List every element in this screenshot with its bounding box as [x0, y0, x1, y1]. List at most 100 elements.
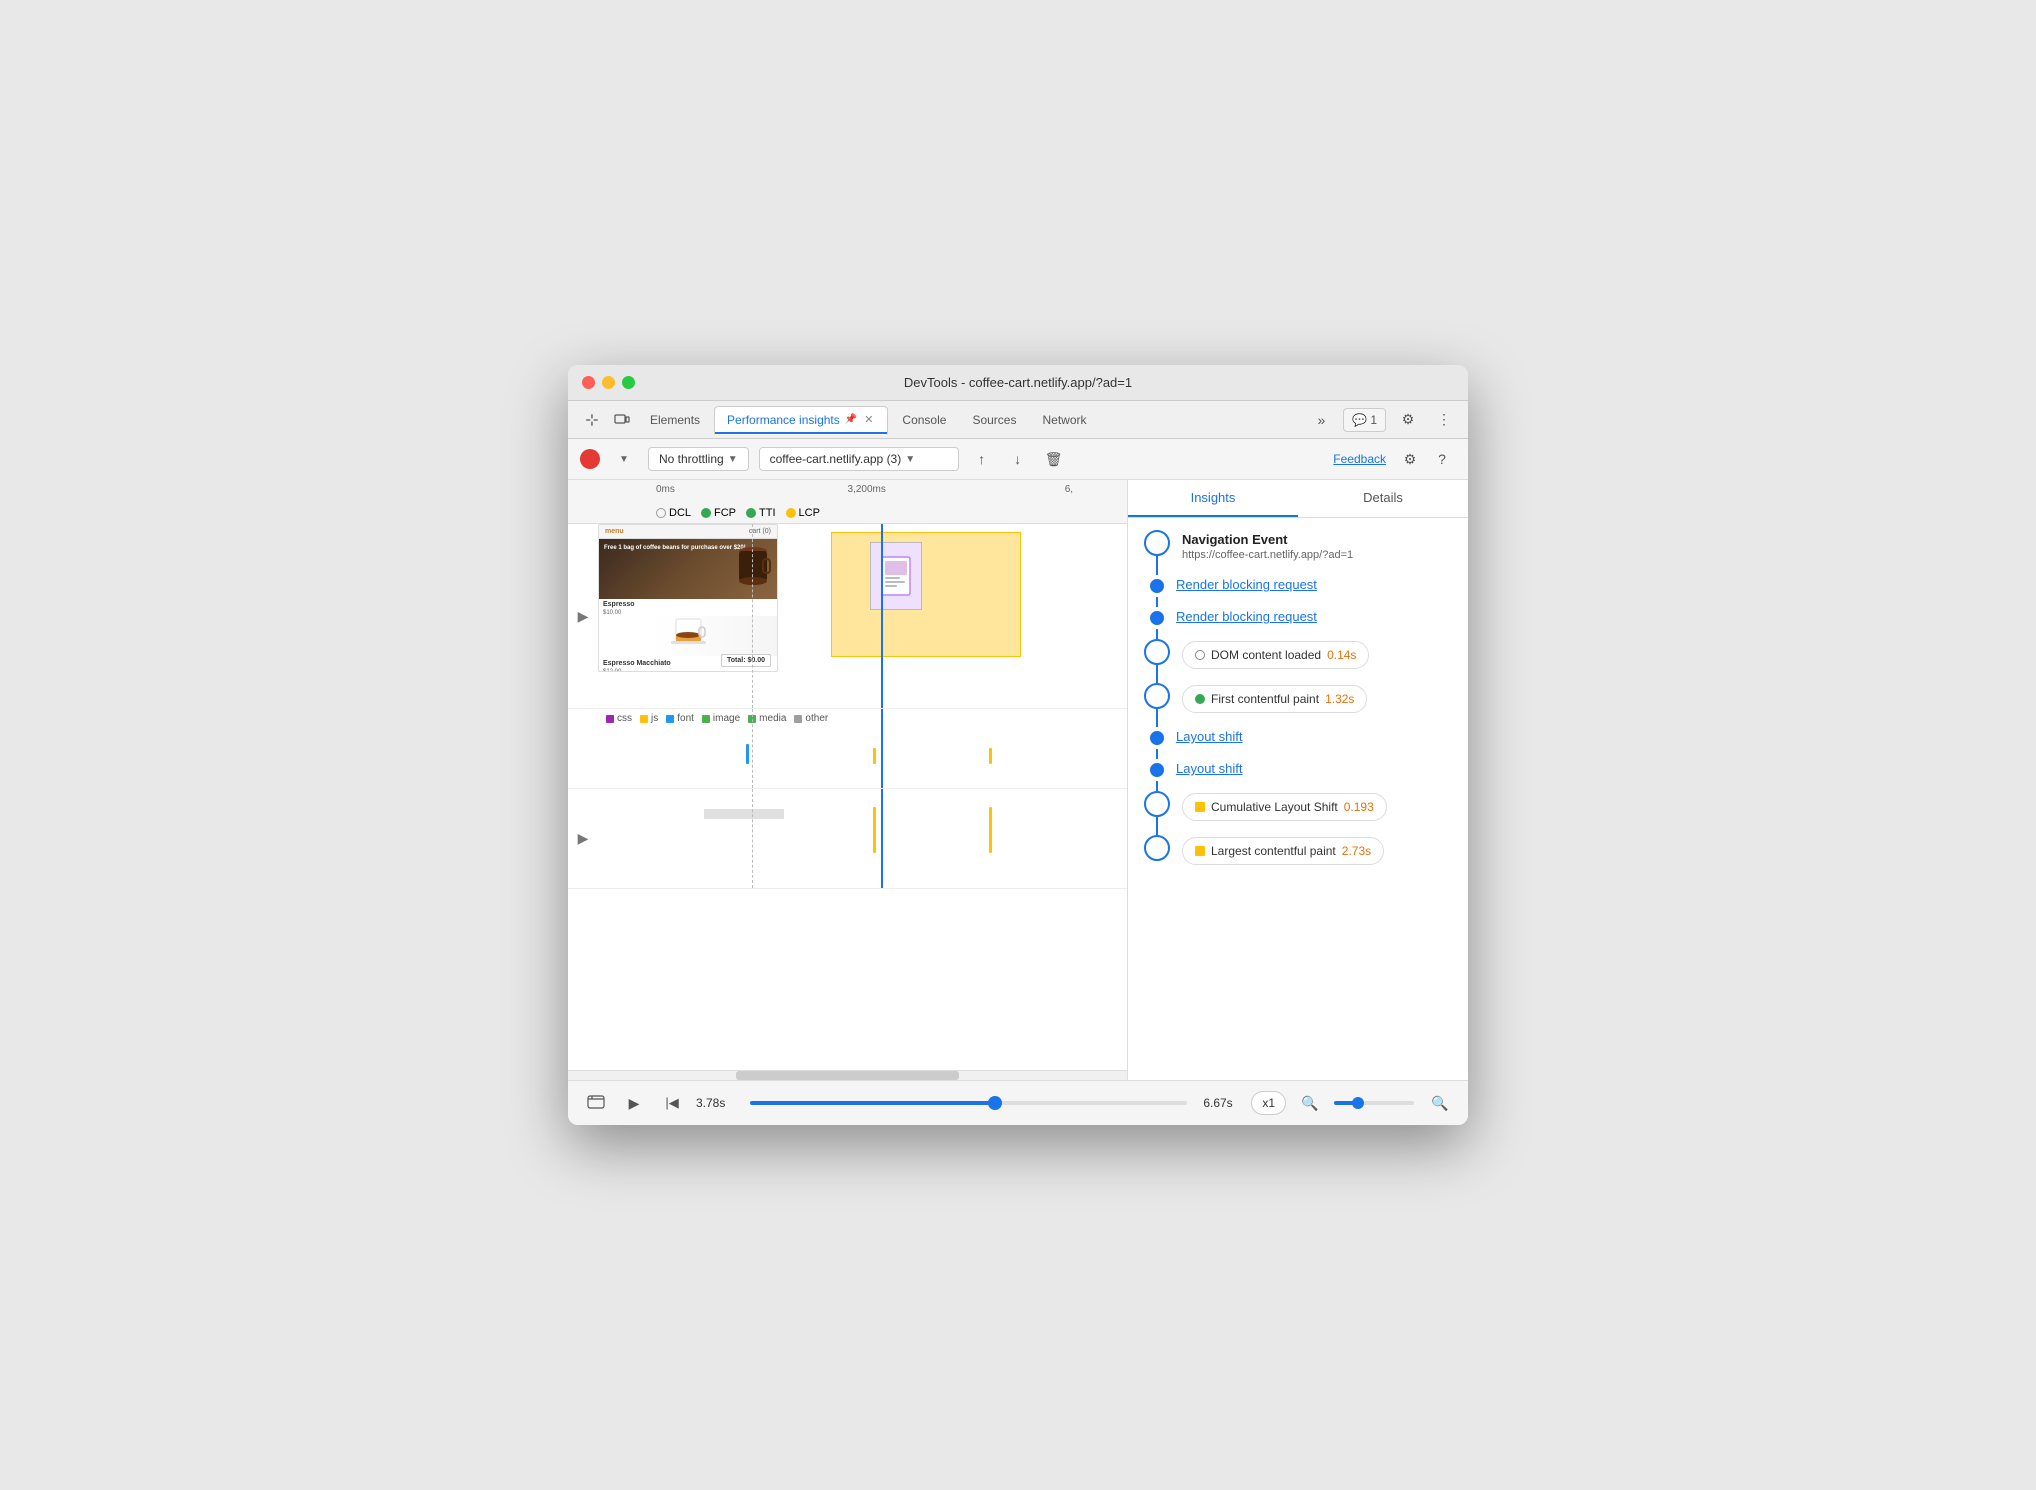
legend-tti: TTI — [746, 507, 776, 519]
lcp-dot-icon — [786, 508, 796, 518]
nav-subtitle: https://coffee-cart.netlify.app/?ad=1 — [1182, 549, 1452, 561]
legend-lcp: LCP — [786, 507, 820, 519]
nav-dot-icon — [1144, 530, 1170, 556]
network-track: css js font — [598, 709, 1127, 788]
dcl-value: 0.14s — [1327, 648, 1356, 662]
tab-insights[interactable]: Insights — [1128, 480, 1298, 517]
insights-panel: Insights Details Navigation Event https:… — [1128, 480, 1468, 1080]
insight-fcp: First contentful paint 1.32s — [1144, 683, 1452, 713]
grid-line-1 — [752, 524, 753, 708]
timeline-ruler: 0ms 3,200ms 6, — [576, 484, 1119, 504]
insight-render-blocking-2: Render blocking request — [1144, 607, 1452, 625]
insight-lcp: Largest contentful paint 2.73s — [1144, 835, 1452, 865]
product2-price: $12.00 — [599, 669, 777, 672]
close-button[interactable] — [582, 376, 595, 389]
other-color-icon — [794, 715, 802, 723]
toolbar: ▼ No throttling ▼ coffee-cart.netlify.ap… — [568, 439, 1468, 480]
insight-layout-shift-1: Layout shift — [1144, 727, 1452, 745]
chat-badge-button[interactable]: 💬 1 — [1343, 408, 1386, 432]
ruler-mid: 3,200ms — [848, 484, 886, 495]
zoom-slider[interactable] — [1334, 1101, 1414, 1105]
feedback-link[interactable]: Feedback — [1333, 452, 1386, 466]
render-blocking-link-1[interactable]: Render blocking request — [1176, 577, 1317, 592]
fcp-label: First contentful paint — [1211, 692, 1319, 706]
help-icon[interactable]: ? — [1428, 445, 1456, 473]
timeline-body: ▶ menu cart (0) Free 1 bag of coffee bea… — [568, 524, 1127, 1070]
tab-network[interactable]: Network — [1030, 407, 1098, 433]
record-button[interactable] — [580, 449, 600, 469]
url-dropdown[interactable]: coffee-cart.netlify.app (3) ▼ — [759, 447, 959, 471]
throttling-arrow-icon: ▼ — [728, 454, 738, 465]
font-bar — [746, 744, 749, 764]
cursor-tool-icon[interactable]: ⊹ — [578, 406, 606, 434]
bottom-bar: ▶ |◀ 3.78s 6.67s x1 🔍 🔍 — [568, 1080, 1468, 1125]
delete-icon[interactable]: 🗑 — [1041, 446, 1067, 472]
url-arrow-icon: ▼ — [905, 454, 915, 465]
legend-other: other — [794, 713, 828, 724]
speed-button[interactable]: x1 — [1251, 1091, 1286, 1115]
fcp-dot-icon — [701, 508, 711, 518]
expand-arrow-3[interactable]: ▶ — [568, 789, 598, 888]
more-options-icon[interactable]: ⋮ — [1430, 406, 1458, 434]
record-dropdown-arrow[interactable]: ▼ — [610, 445, 638, 473]
maximize-button[interactable] — [622, 376, 635, 389]
legend-fcp: FCP — [701, 507, 736, 519]
cls-square-icon — [1195, 802, 1205, 812]
timeline-scrollbar[interactable] — [568, 1070, 1127, 1080]
upload-icon[interactable]: ↑ — [969, 446, 995, 472]
tab-sources[interactable]: Sources — [960, 407, 1028, 433]
third-track — [598, 789, 1127, 888]
tab-performance-insights[interactable]: Performance insights 📌 ✕ — [714, 406, 888, 435]
insight-navigation-event: Navigation Event https://coffee-cart.net… — [1144, 530, 1452, 561]
website-preview: menu cart (0) Free 1 bag of coffee beans… — [598, 524, 778, 672]
devtools-window: DevTools - coffee-cart.netlify.app/?ad=1… — [568, 365, 1468, 1125]
website-nav: menu cart (0) — [599, 525, 777, 539]
dcl-circle-icon — [656, 508, 666, 518]
playback-thumb[interactable] — [988, 1096, 1002, 1110]
network-legend: css js font — [598, 709, 1127, 728]
js-bar-2 — [989, 748, 992, 764]
scrollbar-thumb[interactable] — [736, 1071, 960, 1080]
toolbar-right-icons: ⚙ ? — [1396, 445, 1456, 473]
legend-js: js — [640, 713, 658, 724]
rb1-dot-icon — [1150, 579, 1164, 593]
zoom-in-icon[interactable]: 🔍 — [1426, 1089, 1454, 1117]
thumbnail-screenshot — [870, 542, 922, 610]
network-cursor — [881, 709, 883, 788]
layout-shift-link-2[interactable]: Layout shift — [1176, 761, 1243, 776]
expand-arrow-left[interactable]: ▶ — [568, 524, 598, 708]
play-button[interactable]: ▶ — [620, 1089, 648, 1117]
zoom-thumb[interactable] — [1352, 1097, 1364, 1109]
screenshot-row: ▶ menu cart (0) Free 1 bag of coffee bea… — [568, 524, 1127, 709]
download-icon[interactable]: ↓ — [1005, 446, 1031, 472]
throttling-dropdown[interactable]: No throttling ▼ — [648, 447, 749, 471]
settings-icon[interactable]: ⚙ — [1394, 406, 1422, 434]
device-toolbar-icon[interactable] — [608, 406, 636, 434]
settings-icon-2[interactable]: ⚙ — [1396, 445, 1424, 473]
cls-dot-icon — [1144, 791, 1170, 817]
more-tabs-icon[interactable]: » — [1307, 406, 1335, 434]
legend-font: font — [666, 713, 694, 724]
lcp-content: Largest contentful paint 2.73s — [1182, 835, 1452, 865]
fcp-badge: First contentful paint 1.32s — [1182, 685, 1367, 713]
playback-end-time: 6.67s — [1203, 1096, 1241, 1110]
tab-close-icon[interactable]: ✕ — [862, 413, 875, 426]
ls2-content: Layout shift — [1176, 759, 1452, 776]
minimize-button[interactable] — [602, 376, 615, 389]
layout-shift-link-1[interactable]: Layout shift — [1176, 729, 1243, 744]
tab-elements[interactable]: Elements — [638, 407, 712, 433]
total-badge: Total: $0.00 — [721, 654, 771, 667]
screenshot-toggle-icon[interactable] — [582, 1089, 610, 1117]
tab-console[interactable]: Console — [890, 407, 958, 433]
cls-content: Cumulative Layout Shift 0.193 — [1182, 791, 1452, 821]
legend-css: css — [606, 713, 632, 724]
tab-details[interactable]: Details — [1298, 480, 1468, 517]
network-row: css js font — [568, 709, 1127, 789]
traffic-lights — [582, 376, 635, 389]
zoom-out-icon[interactable]: 🔍 — [1296, 1089, 1324, 1117]
skip-back-icon[interactable]: |◀ — [658, 1089, 686, 1117]
third-cursor — [881, 789, 883, 888]
rb1-content: Render blocking request — [1176, 575, 1452, 592]
playback-slider[interactable] — [750, 1101, 1187, 1105]
render-blocking-link-2[interactable]: Render blocking request — [1176, 609, 1317, 624]
